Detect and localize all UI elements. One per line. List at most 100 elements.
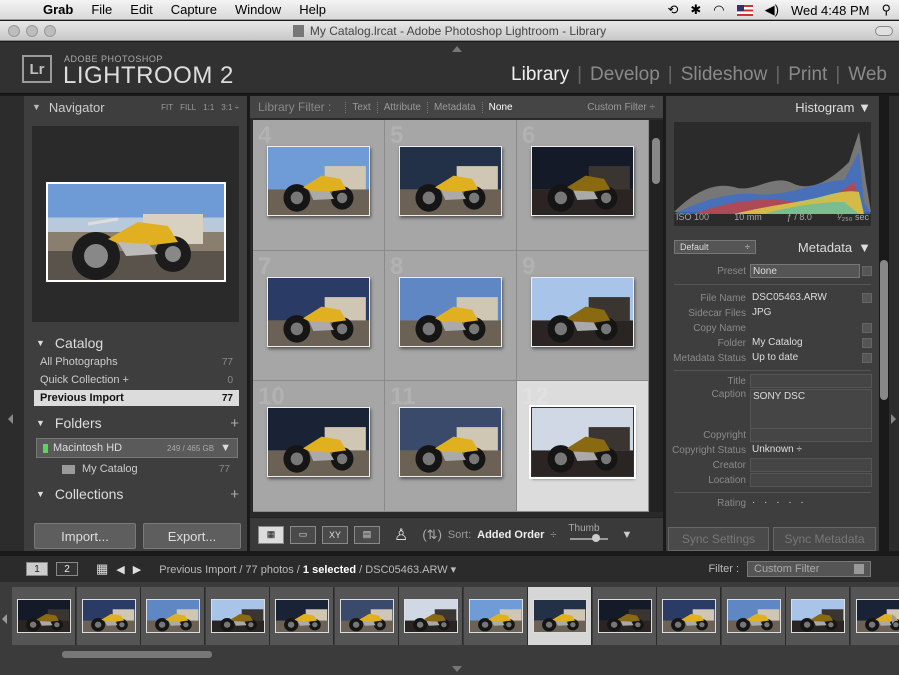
grid-cell[interactable]: 6 <box>517 120 649 251</box>
module-develop[interactable]: Develop <box>590 64 660 86</box>
location-field[interactable] <box>750 473 872 487</box>
minimize-window-button[interactable] <box>26 25 38 37</box>
photo-thumbnail[interactable] <box>267 407 370 478</box>
filmstrip-cell[interactable] <box>657 587 721 645</box>
rating-stars[interactable]: · · · · · <box>750 496 872 510</box>
back-arrow-icon[interactable]: ◀ <box>116 563 124 576</box>
volume-collapse-icon[interactable]: ▼ <box>220 442 231 454</box>
collapse-right-arrow-icon[interactable] <box>891 414 896 424</box>
photo-thumbnail[interactable] <box>531 146 634 216</box>
collapse-left-arrow-icon[interactable] <box>8 414 13 424</box>
filter-metadata[interactable]: Metadata <box>426 101 482 113</box>
dropdown-arrow-icon[interactable] <box>862 266 872 276</box>
filmstrip-thumbnail[interactable] <box>210 599 265 633</box>
module-print[interactable]: Print <box>788 64 827 86</box>
survey-view-icon[interactable]: ▤ <box>354 525 380 544</box>
folders-header[interactable]: ▼ Folders + <box>24 412 247 434</box>
add-folder-icon[interactable]: + <box>230 415 239 432</box>
title-field[interactable] <box>750 374 872 388</box>
grid-cell[interactable]: 5 <box>385 120 517 251</box>
zoom-fit[interactable]: FIT <box>161 103 173 112</box>
photo-thumbnail[interactable] <box>267 276 370 347</box>
disclosure-triangle-icon[interactable]: ▼ <box>36 418 45 428</box>
collapse-bottom-arrow-icon[interactable] <box>452 666 462 672</box>
grid-scrollbar-knob[interactable] <box>652 138 660 184</box>
input-flag-icon[interactable] <box>736 4 753 16</box>
filmstrip-thumbnail[interactable] <box>791 599 845 633</box>
menu-help[interactable]: Help <box>290 2 335 17</box>
filmstrip-thumbnail[interactable] <box>468 599 523 633</box>
disclosure-triangle-icon[interactable]: ▼ <box>36 489 45 499</box>
menu-window[interactable]: Window <box>226 2 290 17</box>
grid-cell[interactable]: 11 <box>385 381 517 512</box>
filmstrip-cell[interactable] <box>334 587 399 645</box>
forward-arrow-icon[interactable]: ▶ <box>133 563 141 576</box>
grid-cell[interactable]: 7 <box>253 250 385 382</box>
painter-icon[interactable]: ♙ <box>394 525 408 545</box>
filmstrip-thumbnail[interactable] <box>662 599 716 633</box>
menu-clock[interactable]: Wed 4:48 PM <box>791 3 870 18</box>
menu-edit[interactable]: Edit <box>121 2 161 17</box>
preset-dropdown[interactable]: None <box>750 264 860 278</box>
filmstrip-cell[interactable] <box>399 587 463 645</box>
menu-grab[interactable]: Grab <box>34 2 82 17</box>
zoom-fill[interactable]: FILL <box>180 103 196 112</box>
sync-metadata-button[interactable]: Sync Metadata <box>773 527 876 551</box>
filmstrip-left-arrow-icon[interactable] <box>2 614 7 624</box>
grid-cell[interactable]: 12 <box>517 381 649 512</box>
sync-settings-button[interactable]: Sync Settings <box>668 527 769 551</box>
main-window-button[interactable]: 1 <box>26 562 48 576</box>
copyright-status-dropdown[interactable]: Unknown ÷ <box>750 443 872 457</box>
folder-my-catalog[interactable]: My Catalog 77 <box>36 460 238 478</box>
filmstrip-thumbnail[interactable] <box>146 599 200 633</box>
photo-thumbnail[interactable] <box>267 146 370 216</box>
filmstrip-thumbnail[interactable] <box>81 599 136 633</box>
photo-thumbnail[interactable] <box>399 146 502 216</box>
filmstrip-thumbnail[interactable] <box>404 599 458 633</box>
wifi-icon[interactable]: ◠ <box>713 2 724 18</box>
navigator-preview[interactable] <box>32 126 239 322</box>
toolbar-toggle-button[interactable] <box>875 26 893 36</box>
filmstrip-thumbnail[interactable] <box>597 599 652 633</box>
disclosure-triangle-icon[interactable]: ▼ <box>36 338 45 348</box>
filter-none[interactable]: None <box>481 101 519 113</box>
filmstrip-thumbnail[interactable] <box>17 599 71 633</box>
grid-cell[interactable]: 4 <box>253 120 385 251</box>
sort-dropdown[interactable]: Added Order <box>477 529 544 541</box>
filmstrip-thumbnail[interactable] <box>533 599 587 633</box>
filmstrip-cell[interactable] <box>592 587 657 645</box>
compare-view-icon[interactable]: XY <box>322 525 348 544</box>
spotlight-search-icon[interactable]: ⚲ <box>881 2 891 18</box>
catalog-item-previous-import[interactable]: Previous Import 77 <box>34 390 239 406</box>
copyright-field[interactable] <box>750 428 872 442</box>
menu-capture[interactable]: Capture <box>162 2 226 17</box>
second-window-button[interactable]: 2 <box>56 562 78 576</box>
thumbnail-size-slider[interactable] <box>569 533 608 542</box>
grid-cell[interactable]: 8 <box>385 250 517 382</box>
metadata-title[interactable]: Metadata <box>798 240 852 255</box>
bluetooth-icon[interactable]: ✱ <box>690 2 701 18</box>
custom-filter-dropdown[interactable]: Custom Filter ÷ <box>587 102 655 113</box>
file-name-value[interactable]: DSC05463.ARW <box>750 291 860 305</box>
filmstrip-cell[interactable] <box>270 587 334 645</box>
collapse-top-arrow-icon[interactable] <box>452 46 462 52</box>
filmstrip-filter-dropdown[interactable]: Custom Filter <box>747 561 871 577</box>
filmstrip-thumbnail[interactable] <box>339 599 394 633</box>
photo-thumbnail[interactable] <box>399 407 502 478</box>
catalog-header[interactable]: ▼ Catalog <box>24 332 247 354</box>
photo-thumbnail[interactable] <box>531 276 634 347</box>
collections-header[interactable]: ▼ Collections + <box>24 483 247 505</box>
export-button[interactable]: Export... <box>143 523 241 549</box>
filmstrip-cell[interactable] <box>463 587 528 645</box>
metadata-view-dropdown[interactable]: Default ÷ <box>674 240 756 254</box>
histogram-header[interactable]: Histogram ▼ <box>795 100 871 115</box>
menu-file[interactable]: File <box>82 2 121 17</box>
zoom-1-1[interactable]: 1:1 <box>203 103 214 112</box>
filmstrip-cell[interactable] <box>76 587 141 645</box>
status-icon[interactable] <box>862 353 872 363</box>
disclosure-triangle-icon[interactable]: ▼ <box>32 102 41 112</box>
volume-icon[interactable]: ◀) <box>765 2 779 18</box>
close-window-button[interactable] <box>8 25 20 37</box>
filmstrip-cell[interactable] <box>528 587 592 645</box>
filmstrip-source-path[interactable]: Previous Import / 77 photos / 1 selected… <box>159 563 456 576</box>
